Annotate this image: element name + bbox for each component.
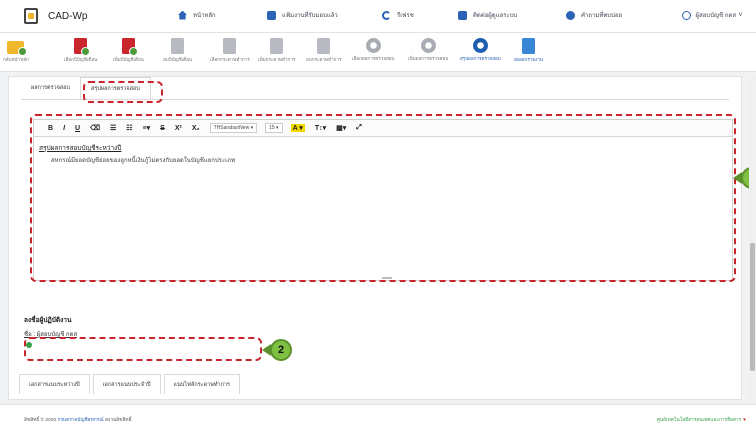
user-name: ผู้สอบบัญชี กตส <box>695 13 736 19</box>
folder-icon <box>7 41 28 56</box>
table-icon[interactable]: ▦▾ <box>336 124 346 132</box>
page-scrollbar[interactable] <box>749 76 756 400</box>
strikethrough-button[interactable]: S <box>160 125 165 132</box>
text-color-button[interactable]: A ▾ <box>290 124 305 132</box>
home-icon <box>178 10 187 20</box>
contact-icon <box>458 10 467 20</box>
inbox-icon <box>267 10 276 20</box>
tool-add-worksheet[interactable]: เพิ่มกระดาษทำการ <box>258 38 295 64</box>
result-tabs: ผลการตรวจสอบ สรุปผลการตรวจสอบ <box>21 77 151 99</box>
eraser-icon[interactable]: ⌫ <box>90 124 100 132</box>
nav-refresh[interactable]: รีเฟรช <box>382 10 414 20</box>
action-toolbar: กลับหน้าหลัก เลือกปีบัญชีเดือน เพิ่มปีบั… <box>0 33 756 72</box>
footer-credit: ศูนย์เทคโนโลยีสารสนเทศและการสื่อสาร ♥ <box>656 418 746 423</box>
bookmark-add-icon <box>74 38 91 56</box>
heart-icon: ♥ <box>743 418 746 423</box>
gear-check-icon <box>472 38 488 53</box>
callout-number: 2 <box>270 339 292 361</box>
app-logo-icon <box>24 8 38 24</box>
text-color-icon: A ▾ <box>290 124 305 132</box>
tab-audit-summary[interactable]: สรุปผลการตรวจสอบ <box>79 77 151 99</box>
align-dropdown-icon[interactable]: ≡▾ <box>143 124 151 132</box>
underline-button[interactable]: U <box>75 125 80 132</box>
attachment-tabs: เอกสารแนบระหว่างปี เอกสารแนบประจำปี แนบไ… <box>19 374 240 394</box>
font-family-select[interactable]: THSarabunNew ▾ <box>209 123 258 133</box>
fullscreen-icon[interactable]: ⤢ <box>356 124 362 132</box>
footer-link[interactable]: กรมตรวจบัญชีสหกรณ์ <box>57 418 103 423</box>
nav-home[interactable]: หน้าหลัก <box>178 10 216 20</box>
gear-add-icon <box>420 38 436 53</box>
tool-delete-period[interactable]: ลบปีบัญชีเดือน <box>163 38 192 64</box>
question-icon <box>566 10 575 20</box>
footer: ลิขสิทธิ์ © 2020 กรมตรวจบัญชีสหกรณ์ สงวน… <box>0 404 756 436</box>
user-icon <box>681 10 691 20</box>
tool-add-audit-result[interactable]: เพิ่มผลการตรวจสอบ <box>408 38 448 63</box>
unordered-list-icon[interactable]: ☰ <box>110 124 116 132</box>
nav-contact-admin[interactable]: ติดต่อผู้ดูแลระบบ <box>458 10 517 20</box>
superscript-button[interactable]: X² <box>175 125 182 132</box>
nav-received-files[interactable]: แฟ้มงานที่รับมอบแล้ว <box>267 10 338 20</box>
bookmark-add-icon <box>270 38 284 54</box>
editor-content[interactable]: สรุปผลการสอบบัญชีระหว่างปี สหกรณ์มียอดบั… <box>34 137 732 171</box>
signature-title: ลงชื่อผู้ปฏิบัติงาน <box>24 317 72 324</box>
check-icon <box>26 342 32 348</box>
gear-icon <box>365 38 381 53</box>
content-card: ผลการตรวจสอบ สรุปผลการตรวจสอบ B I U ⌫ ☰ … <box>8 76 742 400</box>
tool-select-worksheet[interactable]: เลือกกระดาษทำการ <box>210 38 250 64</box>
signature-name: ชื่อ : ผู้สอบบัญชี กตส <box>24 332 78 338</box>
tool-select-audit-result[interactable]: เลือกผลการตรวจสอบ <box>352 38 394 63</box>
resize-handle[interactable] <box>382 277 392 279</box>
bookmark-icon <box>223 38 237 54</box>
bookmark-add-icon <box>121 38 138 56</box>
tool-delete-worksheet[interactable]: ลบกระดาษทำการ <box>306 38 341 64</box>
summary-text: สหกรณ์มียอดบัญชีย่อยของลูกหนี้เงินกู้ไม่… <box>51 158 236 164</box>
document-export-icon <box>522 38 536 54</box>
tab-divider <box>21 99 729 100</box>
summary-heading: สรุปผลการสอบบัญชีระหว่างปี <box>39 145 122 152</box>
nav-faq[interactable]: คำถามที่พบบ่อย <box>566 10 622 20</box>
footer-copyright: ลิขสิทธิ์ © 2020 กรมตรวจบัญชีสหกรณ์ สงวน… <box>24 418 133 423</box>
callout-2: 2 <box>262 339 292 361</box>
tool-audit-summary[interactable]: สรุปผลการตรวจสอบ <box>460 38 501 63</box>
tool-back-home[interactable]: กลับหน้าหลัก <box>3 38 29 64</box>
chevron-down-icon: v <box>739 12 742 18</box>
refresh-icon <box>382 10 391 20</box>
tool-select-period[interactable]: เลือกปีบัญชีเดือน <box>64 38 97 64</box>
tab-attach-worksheet[interactable]: แนบไฟล์กระดาษทำการ <box>163 374 240 394</box>
bold-button[interactable]: B <box>48 125 53 132</box>
tool-export-report[interactable]: ส่งออกรายงาน <box>514 38 543 64</box>
app-title: CAD-Wp <box>48 10 88 22</box>
bookmark-remove-icon <box>317 38 331 54</box>
subscript-button[interactable]: X₂ <box>192 125 200 132</box>
text-style-button[interactable]: T↕▾ <box>315 124 326 132</box>
tool-add-period[interactable]: เพิ่มปีบัญชีเดือน <box>113 38 144 64</box>
tab-attachments-interim[interactable]: เอกสารแนบระหว่างปี <box>19 374 90 394</box>
font-size-select[interactable]: 15 ▾ <box>265 123 283 133</box>
bookmark-remove-icon <box>171 38 185 54</box>
tab-attachments-annual[interactable]: เอกสารแนบประจำปี <box>92 374 161 394</box>
user-menu[interactable]: ผู้สอบบัญชี กตส v <box>681 10 742 20</box>
brand[interactable]: CAD-Wp <box>24 8 154 24</box>
rich-text-editor[interactable]: B I U ⌫ ☰ ☷ ≡▾ S X² X₂ THSarabunNew ▾ 15… <box>33 119 733 281</box>
italic-button[interactable]: I <box>63 125 65 132</box>
editor-toolbar: B I U ⌫ ☰ ☷ ≡▾ S X² X₂ THSarabunNew ▾ 15… <box>34 120 732 137</box>
scrollbar-thumb[interactable] <box>750 243 755 371</box>
tab-audit-results[interactable]: ผลการตรวจสอบ <box>21 77 80 99</box>
top-navbar: CAD-Wp หน้าหลัก แฟ้มงานที่รับมอบแล้ว รีเ… <box>0 0 756 33</box>
ordered-list-icon[interactable]: ☷ <box>126 124 132 132</box>
